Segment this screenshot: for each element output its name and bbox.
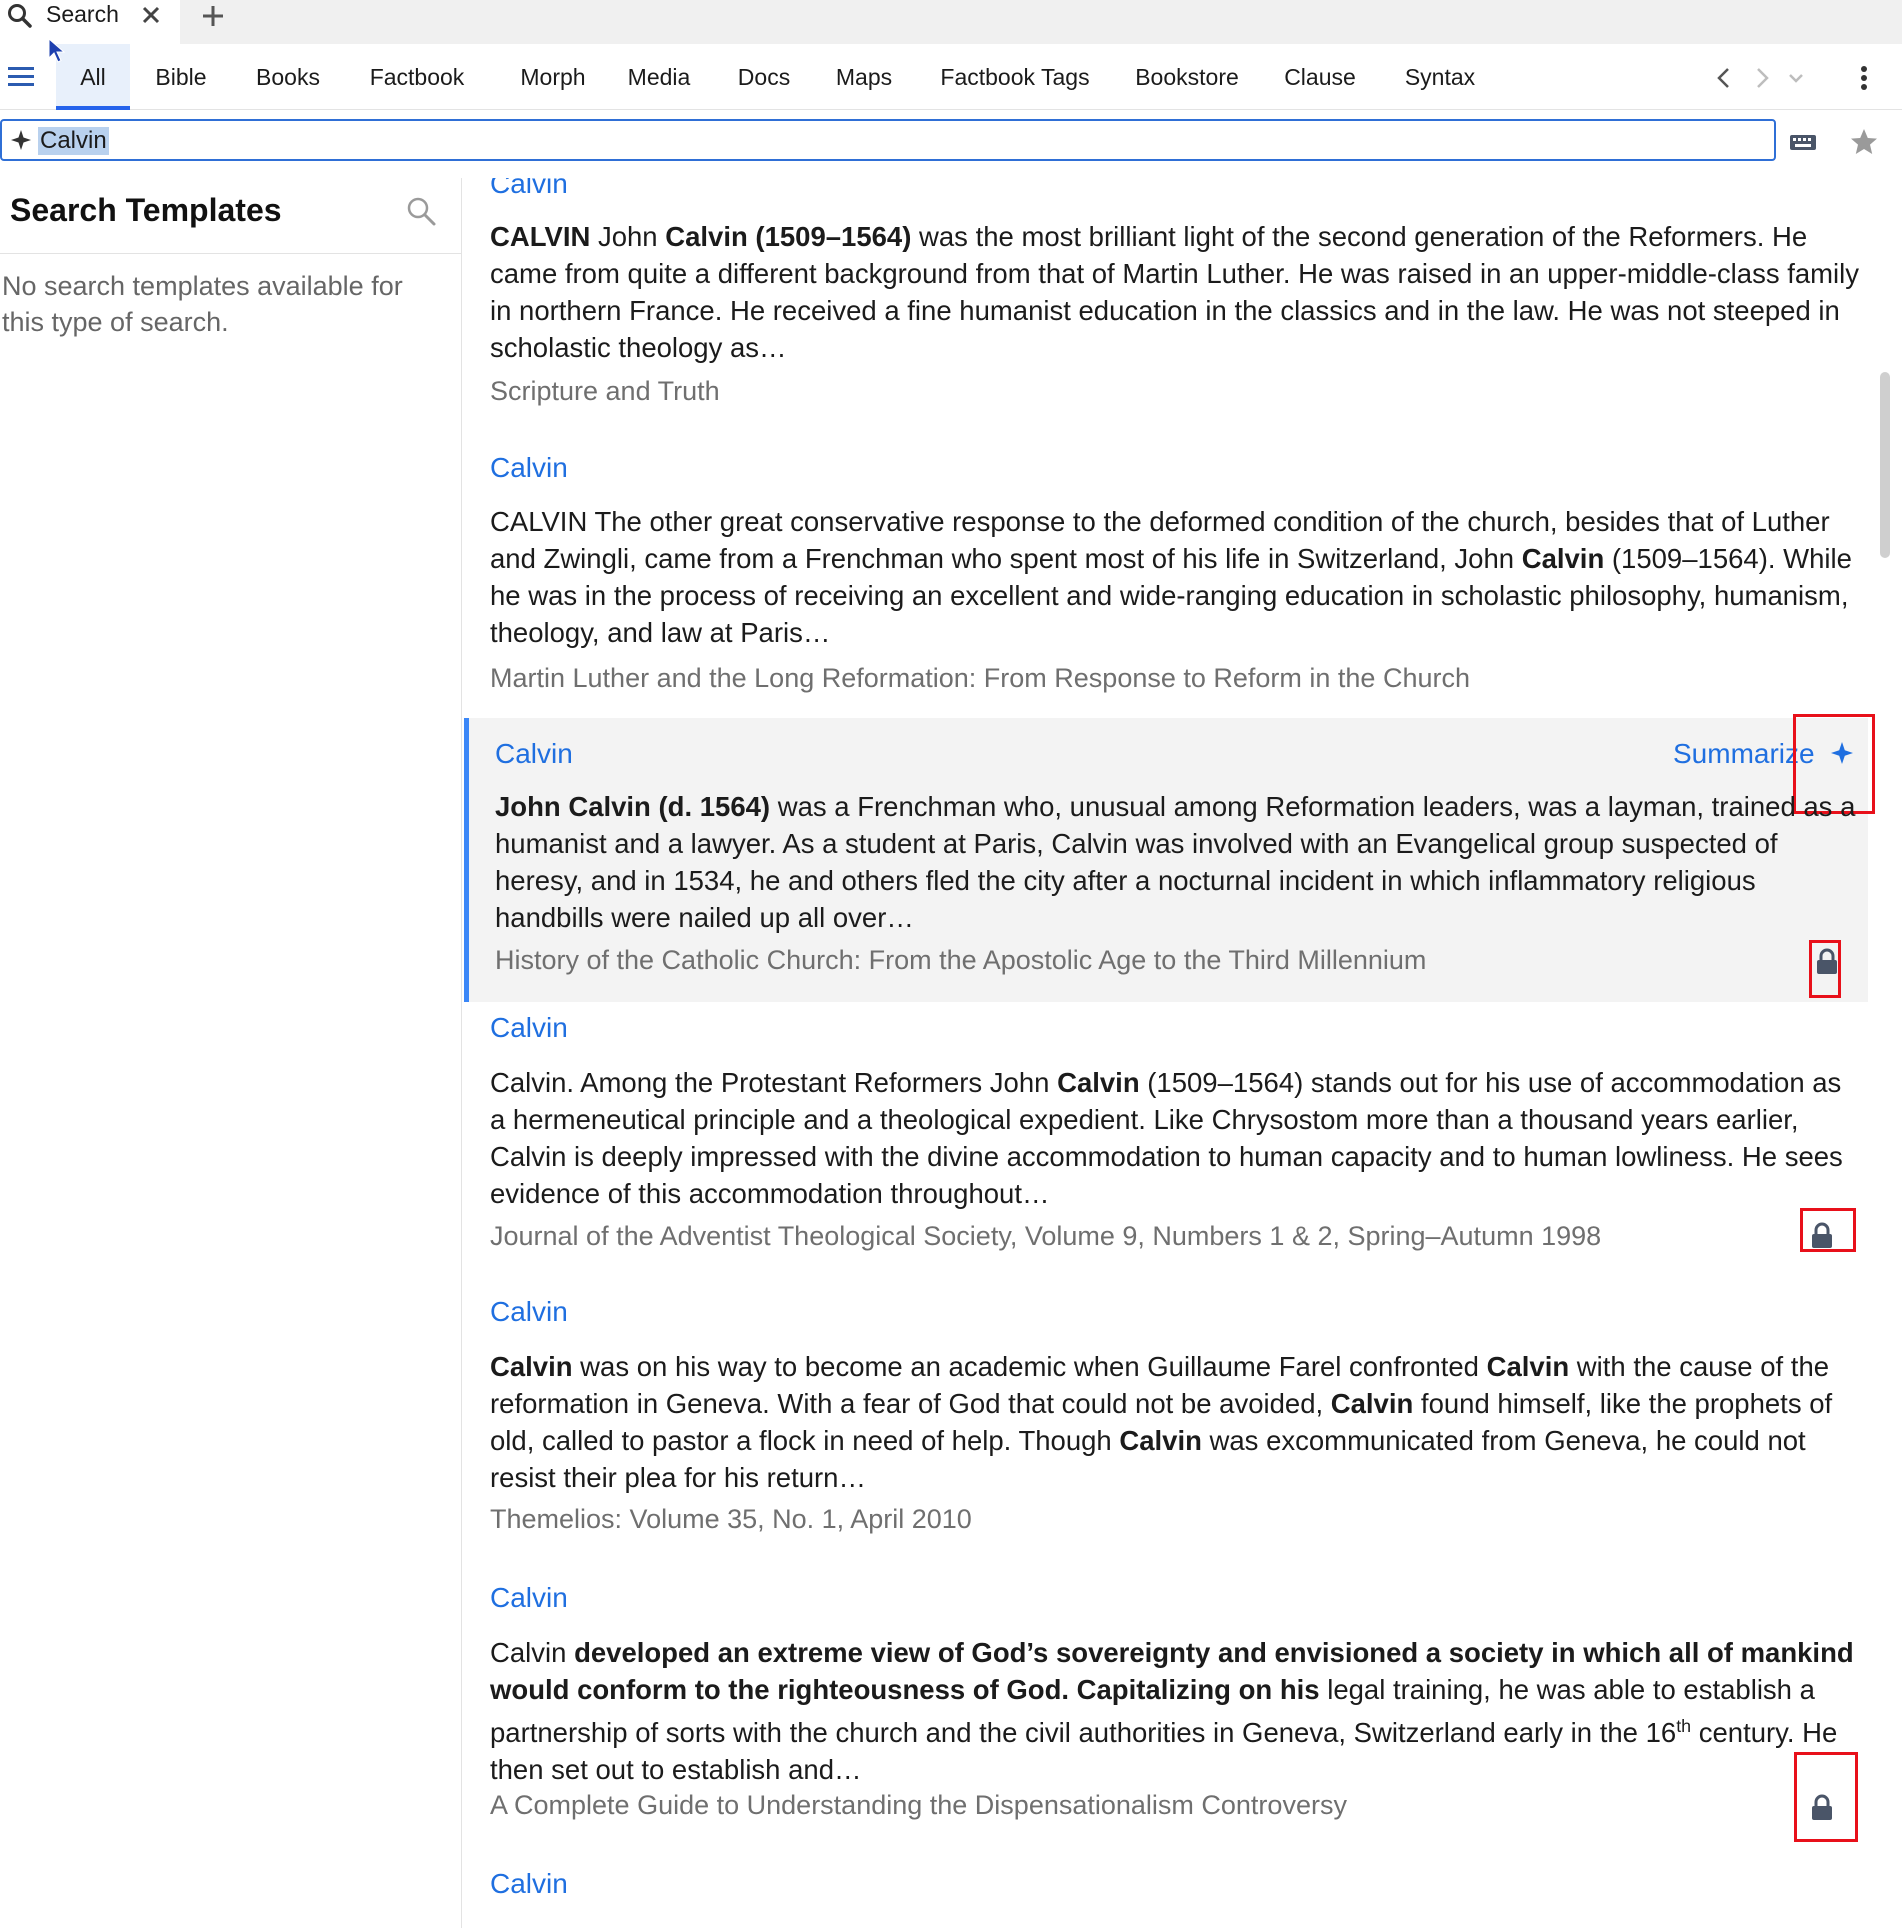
sparkle-icon <box>11 130 31 150</box>
search-icon[interactable] <box>404 194 438 228</box>
tab-docs[interactable]: Docs <box>730 44 798 110</box>
search-query: Calvin <box>38 127 109 155</box>
chevron-down-icon[interactable] <box>1782 64 1810 92</box>
hamburger-menu-icon[interactable] <box>6 62 36 92</box>
tab-factbook[interactable]: Factbook <box>362 44 472 110</box>
search-templates-panel: Search Templates No search templates ava… <box>0 178 462 1928</box>
result-title[interactable]: Calvin <box>490 1012 568 1044</box>
snippet-text-run: Calvin <box>1057 1067 1140 1098</box>
tab-media[interactable]: Media <box>622 44 696 110</box>
keyboard-icon[interactable] <box>1788 130 1818 154</box>
snippet-text-run: was on his way to become an academic whe… <box>572 1351 1487 1382</box>
tab-clause[interactable]: Clause <box>1282 44 1358 110</box>
snippet-text-run: Calvin <box>1119 1425 1202 1456</box>
snippet-text-run: Calvin <box>490 1351 573 1382</box>
result-snippet: Calvin. Among the Protestant Reformers J… <box>490 1064 1860 1212</box>
tab-maps[interactable]: Maps <box>830 44 898 110</box>
result-snippet: CALVIN John Calvin (1509–1564) was the m… <box>490 218 1860 366</box>
search-bar: Calvin <box>0 110 1902 178</box>
result-source[interactable]: Journal of the Adventist Theological Soc… <box>490 1221 1601 1252</box>
result-source[interactable]: Themelios: Volume 35, No. 1, April 2010 <box>490 1504 972 1535</box>
tab-books[interactable]: Books <box>248 44 328 110</box>
result-source[interactable]: History of the Catholic Church: From the… <box>495 945 1426 976</box>
tab-bible[interactable]: Bible <box>146 44 216 110</box>
tab-bookstore[interactable]: Bookstore <box>1130 44 1244 110</box>
tab-morph[interactable]: Morph <box>508 44 598 110</box>
snippet-text-run: CALVIN <box>490 221 591 252</box>
panel-title: Search Templates <box>10 192 282 228</box>
snippet-text-run: John Calvin (d. 1564) <box>495 791 771 822</box>
result-title[interactable]: Calvin <box>490 1868 568 1900</box>
tab-factbook-tags[interactable]: Factbook Tags <box>936 44 1094 110</box>
result-snippet: CALVIN The other great conservative resp… <box>490 503 1860 651</box>
result-item[interactable]: Calvin Calvin was on his way to become a… <box>464 1294 1868 1564</box>
more-options-icon[interactable] <box>1850 64 1878 92</box>
snippet-text-run: John <box>590 221 666 252</box>
chevron-left-icon[interactable] <box>1710 64 1738 92</box>
result-snippet: John Calvin (d. 1564) was a Frenchman wh… <box>495 788 1865 936</box>
result-snippet: Calvin was on his way to become an acade… <box>490 1348 1860 1496</box>
result-title[interactable]: Calvin <box>490 452 568 484</box>
panel-header: Search Templates <box>0 178 462 254</box>
result-source[interactable]: Scripture and Truth <box>490 376 720 407</box>
mouse-cursor-icon <box>48 38 66 63</box>
tab-syntax[interactable]: Syntax <box>1400 44 1480 110</box>
search-icon <box>8 4 32 28</box>
highlight-box <box>1794 1752 1858 1842</box>
snippet-text-run: Calvin <box>1521 543 1605 574</box>
result-item[interactable]: Calvin Calvin. Among the Protestant Refo… <box>464 1008 1868 1278</box>
result-title[interactable]: Calvin <box>495 738 573 770</box>
search-input[interactable]: Calvin <box>0 119 1776 161</box>
snippet-text-run: Calvin (1509–1564) <box>665 221 912 252</box>
tab-strip: Search <box>0 0 1902 44</box>
highlight-box <box>1809 940 1841 998</box>
empty-message: No search templates available for this t… <box>2 271 403 337</box>
result-snippet: Calvin developed an extreme view of God’… <box>490 1634 1860 1788</box>
result-item[interactable]: Calvin CALVIN The other great conservati… <box>464 433 1868 703</box>
snippet-text-run: Calvin <box>1330 1388 1414 1419</box>
plus-icon[interactable] <box>198 1 228 31</box>
result-source[interactable]: A Complete Guide to Understanding the Di… <box>490 1790 1347 1821</box>
result-item[interactable]: Calvin CALVIN John Calvin (1509–1564) wa… <box>464 178 1868 418</box>
result-item[interactable]: Calvin Calvin developed an extreme view … <box>464 1582 1868 1862</box>
results-list: Calvin CALVIN John Calvin (1509–1564) wa… <box>464 178 1884 1928</box>
result-source[interactable]: Martin Luther and the Long Reformation: … <box>490 663 1470 694</box>
scrollbar-thumb[interactable] <box>1880 372 1890 558</box>
highlight-box <box>1800 1208 1856 1252</box>
snippet-text-run: Calvin. Among the Protestant Reformers J… <box>490 1067 1058 1098</box>
result-title[interactable]: Calvin <box>490 1582 568 1614</box>
tab-all[interactable]: All <box>56 44 130 110</box>
category-bar: All Bible Books Factbook Morph Media Doc… <box>0 44 1902 110</box>
snippet-text-run: Calvin <box>490 1637 575 1668</box>
result-item[interactable]: Calvin Summarize John Calvin (d. 1564) w… <box>464 714 1875 1002</box>
tab-title: Search <box>46 1 119 27</box>
result-title[interactable]: Calvin <box>490 1296 568 1328</box>
snippet-text-run: Calvin <box>1486 1351 1570 1382</box>
result-item[interactable]: Calvin <box>464 1868 1868 1928</box>
snippet-text-run: th <box>1676 1716 1692 1736</box>
star-icon[interactable] <box>1848 126 1880 158</box>
close-icon[interactable] <box>138 2 164 28</box>
chevron-right-icon[interactable] <box>1748 64 1776 92</box>
search-tab[interactable]: Search <box>0 0 180 44</box>
result-title[interactable]: Calvin <box>490 178 568 200</box>
